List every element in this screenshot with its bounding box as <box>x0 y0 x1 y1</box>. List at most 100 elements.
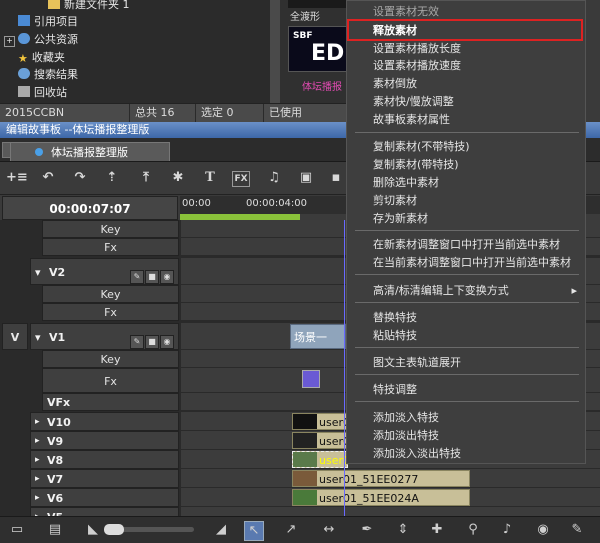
menu-item-copy-with-fx[interactable]: 复制素材(带特技) <box>347 156 585 173</box>
expand-plus-icon[interactable]: + <box>4 36 15 47</box>
tab-storyboard[interactable]: 体坛播报整理版 <box>10 142 170 161</box>
track-v10-header[interactable]: ▸ V10 <box>30 412 179 431</box>
split-icon[interactable]: ⇕ <box>394 521 412 539</box>
track-v2-fx-header[interactable]: Fx <box>42 303 179 321</box>
menu-item-cut[interactable]: 剪切素材 <box>347 192 585 209</box>
menu-item-speed-adjust[interactable]: 素材快/慢放调整 <box>347 93 585 110</box>
edit-icon[interactable]: ✎ <box>568 521 586 539</box>
expand-arrow-icon[interactable]: ▸ <box>35 413 40 432</box>
track-v1-key-header[interactable]: Key <box>42 350 179 368</box>
menu-item-properties[interactable]: 故事板素材属性 <box>347 111 585 128</box>
clip-scene[interactable]: 场景一 <box>290 324 346 349</box>
track-v8-header[interactable]: ▸ V8 <box>30 450 179 469</box>
menu-item-reverse[interactable]: 素材倒放 <box>347 75 585 92</box>
eye-icon[interactable]: ◉ <box>160 270 174 284</box>
tree-item-referenced-projects[interactable]: 引用项目 <box>18 13 78 30</box>
gear-icon[interactable]: ✱ <box>168 168 188 188</box>
zoom-in-icon[interactable]: ◢ <box>212 521 230 539</box>
menu-item-save-as-new[interactable]: 存为新素材 <box>347 210 585 227</box>
comment-icon[interactable]: ◉ <box>534 521 552 539</box>
track-fx-header[interactable]: Fx <box>42 238 179 256</box>
image-icon[interactable]: ▣ <box>296 168 316 188</box>
track-v9-header[interactable]: ▸ V9 <box>30 431 179 450</box>
menu-item-delete[interactable]: 删除选中素材 <box>347 174 585 191</box>
upload-icon[interactable]: ⇡ <box>102 168 122 188</box>
zoom-slider[interactable] <box>104 524 194 535</box>
menu-item-open-new-window[interactable]: 在新素材调整窗口中打开当前选中素材 <box>347 236 585 253</box>
menu-item-replace-fx[interactable]: 替换特技 <box>347 309 585 326</box>
eye-icon[interactable]: ◉ <box>160 335 174 349</box>
track-v1-header[interactable]: ▾ V1 ✎ ■ ◉ <box>30 323 179 350</box>
monitor-icon[interactable]: ▭ <box>8 521 26 539</box>
track-v2-header[interactable]: ▾ V2 ✎ ■ ◉ <box>30 258 179 285</box>
microphone-icon[interactable]: ♪ <box>498 521 516 539</box>
magnifier-icon[interactable]: ⚲ <box>464 521 482 539</box>
redo-icon[interactable]: ↷ <box>70 168 90 188</box>
track-v6-header[interactable]: ▸ V6 <box>30 488 179 507</box>
menu-item-add-fade-out[interactable]: 添加淡出特技 <box>347 427 585 444</box>
menu-item-add-fade-in[interactable]: 添加淡入特技 <box>347 409 585 426</box>
menu-item-open-current-window[interactable]: 在当前素材调整窗口中打开当前选中素材 <box>347 254 585 271</box>
thumbnail-clip[interactable]: SBF ED <box>288 26 348 72</box>
expand-arrow-icon[interactable]: ▸ <box>35 489 40 508</box>
track-v5-lane[interactable] <box>181 507 600 516</box>
more-icon[interactable]: ▪ <box>326 168 346 188</box>
tree-item-favorites[interactable]: ★ 收藏夹 <box>18 49 65 66</box>
expand-arrow-icon[interactable]: ▸ <box>35 470 40 489</box>
expand-arrow-icon[interactable]: ▸ <box>35 451 40 470</box>
zoom-out-icon[interactable]: ◣ <box>84 521 102 539</box>
pin-icon[interactable]: ✎ <box>130 270 144 284</box>
menu-item-fx-adjust[interactable]: 特技调整 <box>347 381 585 398</box>
menu-item-paste-fx[interactable]: 粘贴特技 <box>347 327 585 344</box>
pin-icon[interactable]: ✎ <box>130 335 144 349</box>
clip-v9[interactable]: user0 <box>292 432 348 449</box>
fx-tool-icon[interactable]: FX <box>232 171 250 187</box>
clip-v7[interactable]: user01_51EE0277 <box>292 470 470 487</box>
expand-arrow-icon[interactable]: ▸ <box>35 508 40 516</box>
lock-icon[interactable]: ■ <box>145 270 159 284</box>
expand-arrow-icon[interactable]: ▾ <box>35 259 41 286</box>
menu-item-hd-sd-conversion[interactable]: 高清/标清编辑上下变换方式 ▸ <box>347 282 585 299</box>
menu-item-copy-no-fx[interactable]: 复制素材(不带特技) <box>347 138 585 155</box>
clip-v10[interactable]: user0 <box>292 413 348 430</box>
tree-item-new-folder[interactable]: 新建文件夹 1 <box>48 0 130 13</box>
menu-item-set-speed[interactable]: 设置素材播放速度 <box>347 57 585 74</box>
tree-item-search-results[interactable]: 搜索结果 <box>18 66 78 83</box>
tree-item-recycle-bin[interactable]: 回收站 <box>18 84 67 101</box>
menu-item-expand-graphics-track[interactable]: 图文主表轨道展开 <box>347 354 585 371</box>
track-v-source[interactable]: V <box>2 323 28 350</box>
track-v5-header[interactable]: ▸ V5 <box>30 507 179 516</box>
layout-icon[interactable]: ▤ <box>46 521 64 539</box>
crosshair-icon[interactable]: ✚ <box>428 521 446 539</box>
lock-icon[interactable]: ■ <box>145 335 159 349</box>
playhead-line[interactable] <box>344 220 345 516</box>
export-icon[interactable]: ⤒ <box>136 168 156 188</box>
music-icon[interactable]: ♫ <box>264 168 284 188</box>
clip-v8[interactable]: user0 <box>292 451 348 468</box>
timecode-display[interactable]: 00:00:07:07 <box>2 196 178 220</box>
fx-effect-icon[interactable] <box>302 370 320 388</box>
menu-item-set-duration[interactable]: 设置素材播放长度 <box>347 40 585 57</box>
zoom-slider-handle[interactable] <box>104 524 124 535</box>
multi-select-icon[interactable]: ↗ <box>282 521 300 539</box>
select-tool-icon[interactable]: ↖ <box>244 521 264 541</box>
tree-scrollbar[interactable] <box>270 0 280 104</box>
track-key-header[interactable]: Key <box>42 220 179 238</box>
track-v1-fx-header[interactable]: Fx <box>42 368 179 393</box>
menu-item-add-fade-in-out[interactable]: 添加淡入淡出特技 <box>347 445 585 462</box>
tree-item-label: 引用项目 <box>34 15 78 28</box>
tree-item-public-resources[interactable]: + 公共资源 <box>4 31 78 48</box>
expand-arrow-icon[interactable]: ▾ <box>35 324 41 351</box>
move-icon[interactable]: ↔ <box>320 521 338 539</box>
track-vfx-header[interactable]: VFx <box>42 393 179 411</box>
text-tool-icon[interactable]: T <box>200 168 220 188</box>
insert-track-icon[interactable]: +≡ <box>6 168 28 188</box>
track-v7-header[interactable]: ▸ V7 <box>30 469 179 488</box>
pen-icon[interactable]: ✒ <box>358 521 376 539</box>
undo-icon[interactable]: ↶ <box>38 168 58 188</box>
thumbnail-top[interactable] <box>288 0 346 8</box>
expand-arrow-icon[interactable]: ▸ <box>35 432 40 451</box>
track-v2-key-header[interactable]: Key <box>42 285 179 303</box>
clip-v6[interactable]: user01_51EE024A <box>292 489 470 506</box>
menu-item-set-invalid[interactable]: 设置素材无效 <box>347 3 585 20</box>
